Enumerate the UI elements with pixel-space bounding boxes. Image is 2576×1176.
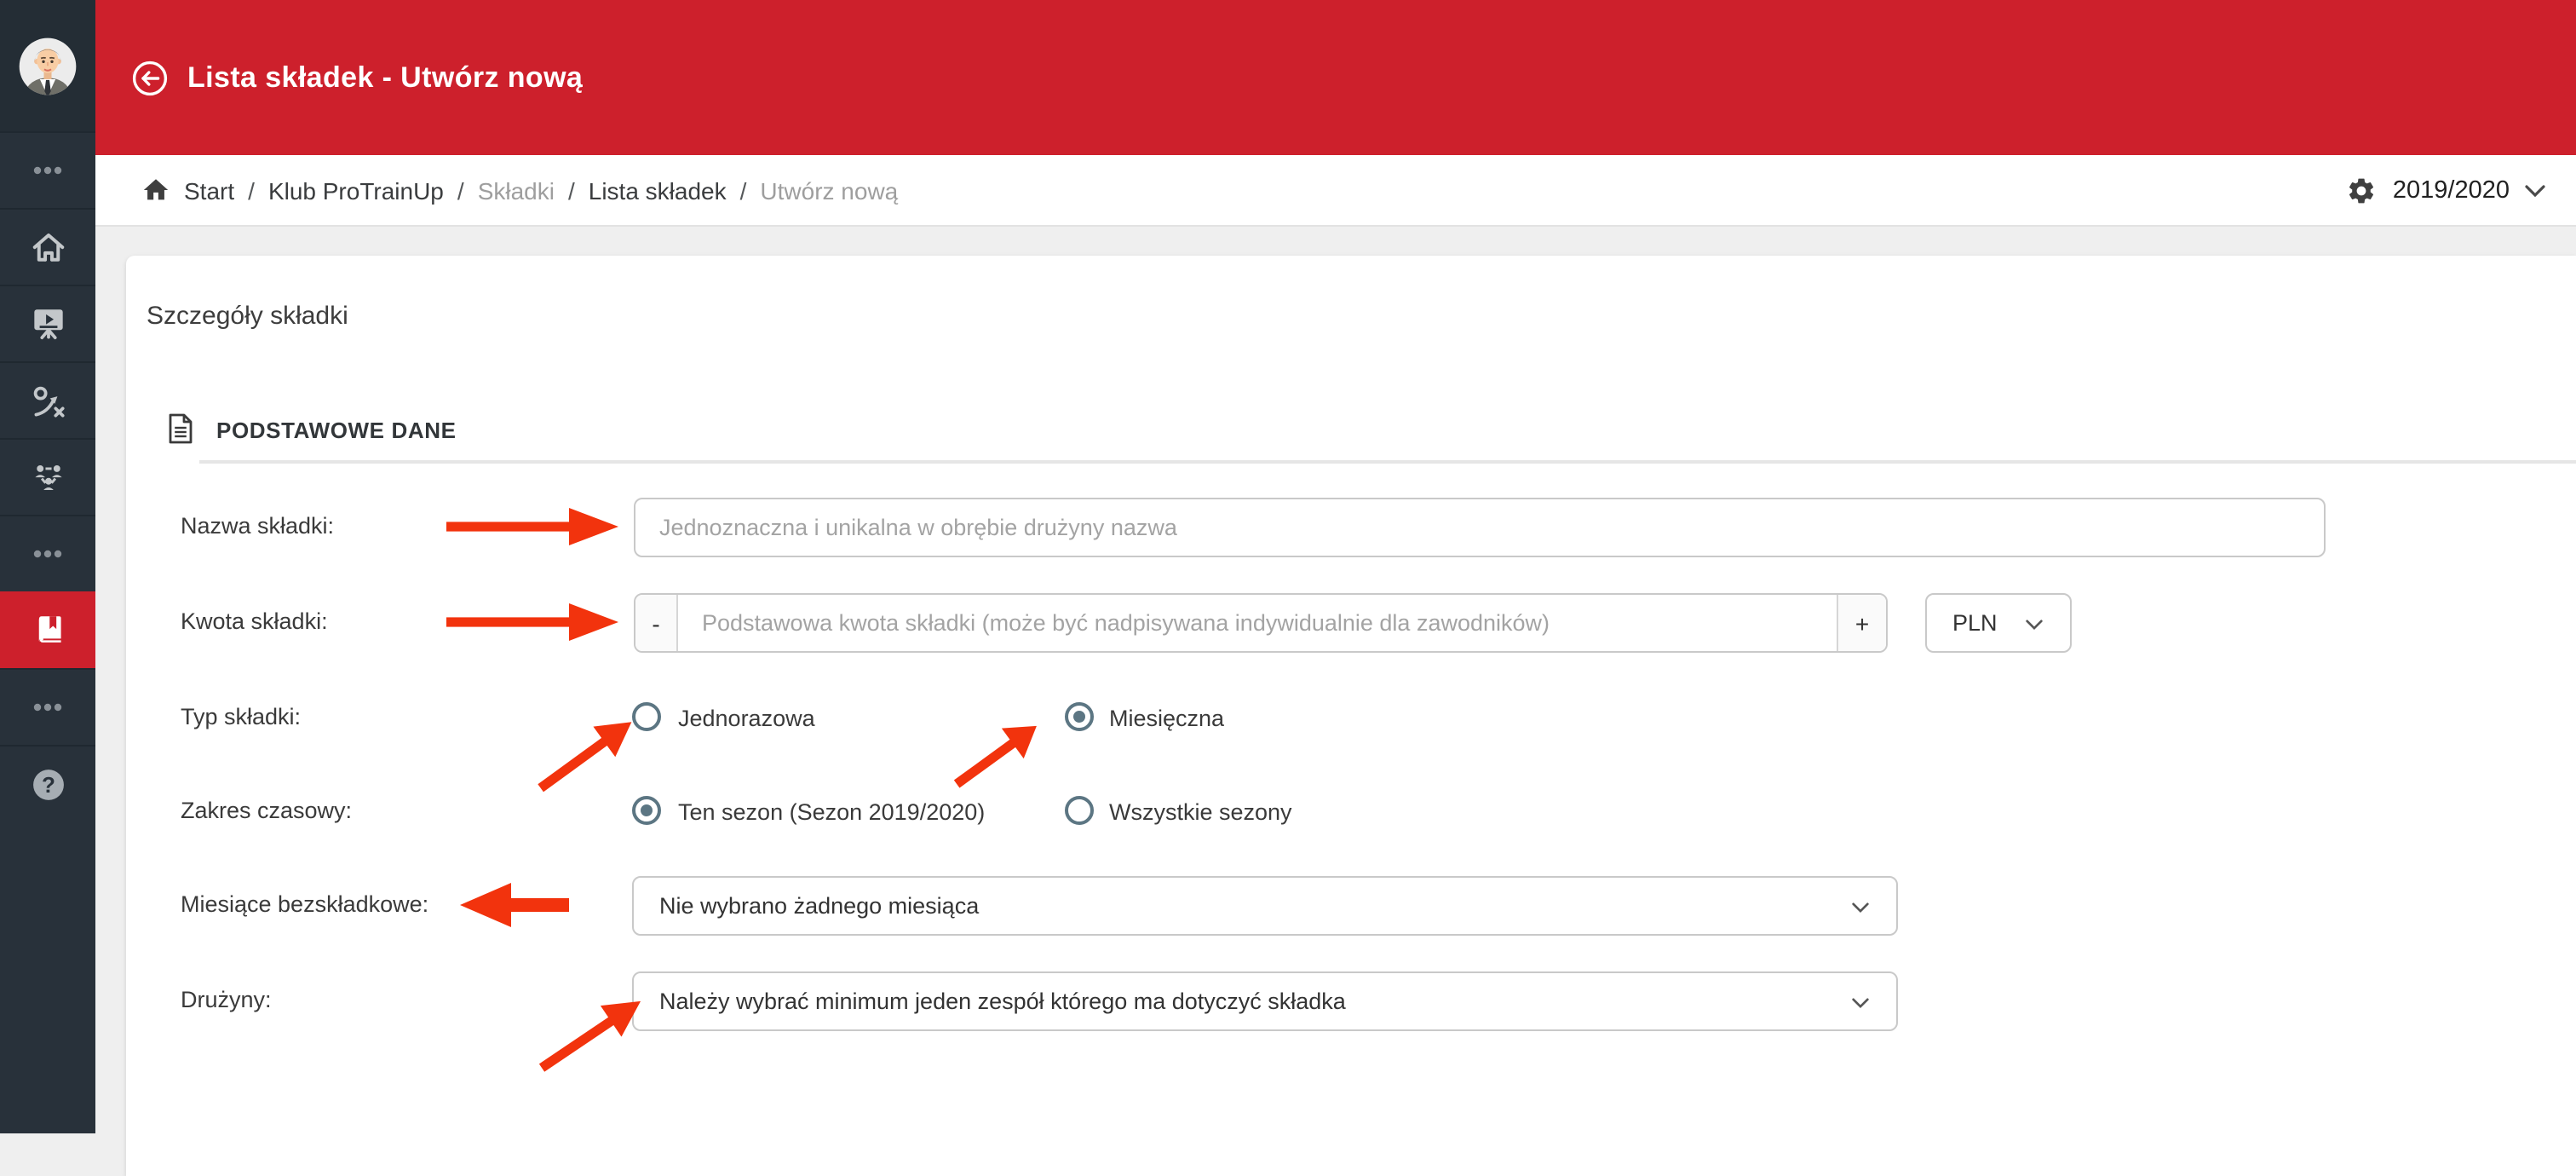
user-avatar[interactable] [0,0,95,131]
annotation-arrow-jednorazowa [538,722,632,793]
more-dots-icon [33,550,62,558]
chevron-down-icon [1852,997,1869,1008]
sidebar-item-payments[interactable] [0,591,95,668]
kwota-skladki-input[interactable] [678,595,1837,651]
chevron-down-icon [2525,185,2545,198]
section-divider [199,460,2576,464]
breadcrumb-separator: / [457,176,464,204]
gear-icon [2349,178,2374,204]
season-label: 2019/2020 [2392,177,2510,205]
miesiace-select[interactable]: Nie wybrano żadnego miesiąca [632,876,1898,936]
breadcrumb-item-klub[interactable]: Klub ProTrainUp [268,176,444,204]
nazwa-skladki-input[interactable] [634,498,2326,557]
radio-label-jednorazowa[interactable]: Jednorazowa [678,706,815,731]
page-title: Lista składek - Utwórz nową [187,61,584,93]
sidebar-item-more-bottom[interactable] [0,668,95,745]
breadcrumb-item-start[interactable]: Start [184,176,234,204]
breadcrumb-home-icon [143,179,169,200]
field-label-druzyny: Drużyny: [181,987,272,1012]
more-dots-icon [33,166,62,175]
radio-label-miesieczna[interactable]: Miesięczna [1109,706,1224,731]
sidebar-item-tactics[interactable] [0,361,95,438]
chevron-down-icon [2026,619,2043,630]
currency-select[interactable]: PLN [1925,593,2072,653]
sidebar-item-help[interactable]: ? [0,745,95,821]
app-window: ? Lista składek - Utwórz nową Start / Kl… [0,0,2576,1176]
breadcrumb-separator: / [567,176,575,204]
currency-value: PLN [1952,610,1998,636]
form-card: Szczegóły składki PODSTAWOWE DANE Nazwa … [126,256,2576,1176]
svg-text:?: ? [41,771,55,797]
section-title: PODSTAWOWE DANE [216,418,457,443]
kwota-plus-button[interactable]: + [1837,595,1886,651]
radio-miesieczna[interactable] [1065,702,1094,731]
miesiace-select-value: Nie wybrano żadnego miesiąca [659,893,980,919]
radio-jednorazowa[interactable] [632,702,661,731]
document-icon [169,413,193,444]
breadcrumb: Start / Klub ProTrainUp / Składki / List… [141,176,898,205]
page-header: Lista składek - Utwórz nową [95,0,2576,155]
back-button[interactable] [129,57,170,98]
radio-label-ten-sezon[interactable]: Ten sezon (Sezon 2019/2020) [678,799,985,825]
kwota-stepper: - + [634,593,1888,653]
field-label-miesiace: Miesiące bezskładkowe: [181,891,429,917]
radio-ten-sezon[interactable] [632,796,661,825]
sidebar-item-more-top[interactable] [0,131,95,208]
druzyny-select[interactable]: Należy wybrać minimum jeden zespół które… [632,971,1898,1031]
kwota-minus-button[interactable]: - [635,595,678,651]
trainings-board-icon [33,308,62,339]
breadcrumb-bar: Start / Klub ProTrainUp / Składki / List… [95,155,2576,227]
field-label-nazwa: Nazwa składki: [181,513,335,539]
annotation-arrow-kwota [446,603,618,641]
back-circle-arrow-icon [132,60,168,95]
field-label-typ: Typ składki: [181,704,302,729]
field-label-zakres: Zakres czasowy: [181,798,353,823]
team-structure-icon [34,464,61,489]
home-icon [32,233,64,261]
tactics-icon [32,385,64,417]
chevron-down-icon [1852,902,1869,913]
radio-wszystkie-sezony[interactable] [1065,796,1094,825]
payments-book-icon [37,615,60,642]
field-label-kwota: Kwota składki: [181,608,328,634]
breadcrumb-item-skladki[interactable]: Składki [478,176,555,204]
sidebar-item-team-structure[interactable] [0,438,95,515]
annotation-arrow-miesiace [460,883,569,927]
breadcrumb-separator: / [248,176,255,204]
breadcrumb-item-lista-skladek[interactable]: Lista składek [589,176,727,204]
annotation-arrow-miesieczna [953,725,1037,788]
avatar-image [19,37,77,95]
annotation-arrow-nazwa [446,508,618,545]
radio-label-wszystkie-sezony[interactable]: Wszystkie sezony [1109,799,1292,825]
breadcrumb-separator: / [739,176,747,204]
sidebar: ? [0,0,95,1133]
help-icon: ? [32,769,63,799]
sidebar-item-home[interactable] [0,208,95,285]
sidebar-item-trainings[interactable] [0,285,95,361]
sidebar-item-more-middle[interactable] [0,515,95,591]
breadcrumb-item-utworz-nowa[interactable]: Utwórz nową [760,176,898,204]
card-title: Szczegóły składki [147,302,348,331]
season-selector[interactable]: 2019/2020 [2347,155,2545,227]
druzyny-select-value: Należy wybrać minimum jeden zespół które… [659,989,1346,1014]
more-dots-icon [33,703,62,712]
